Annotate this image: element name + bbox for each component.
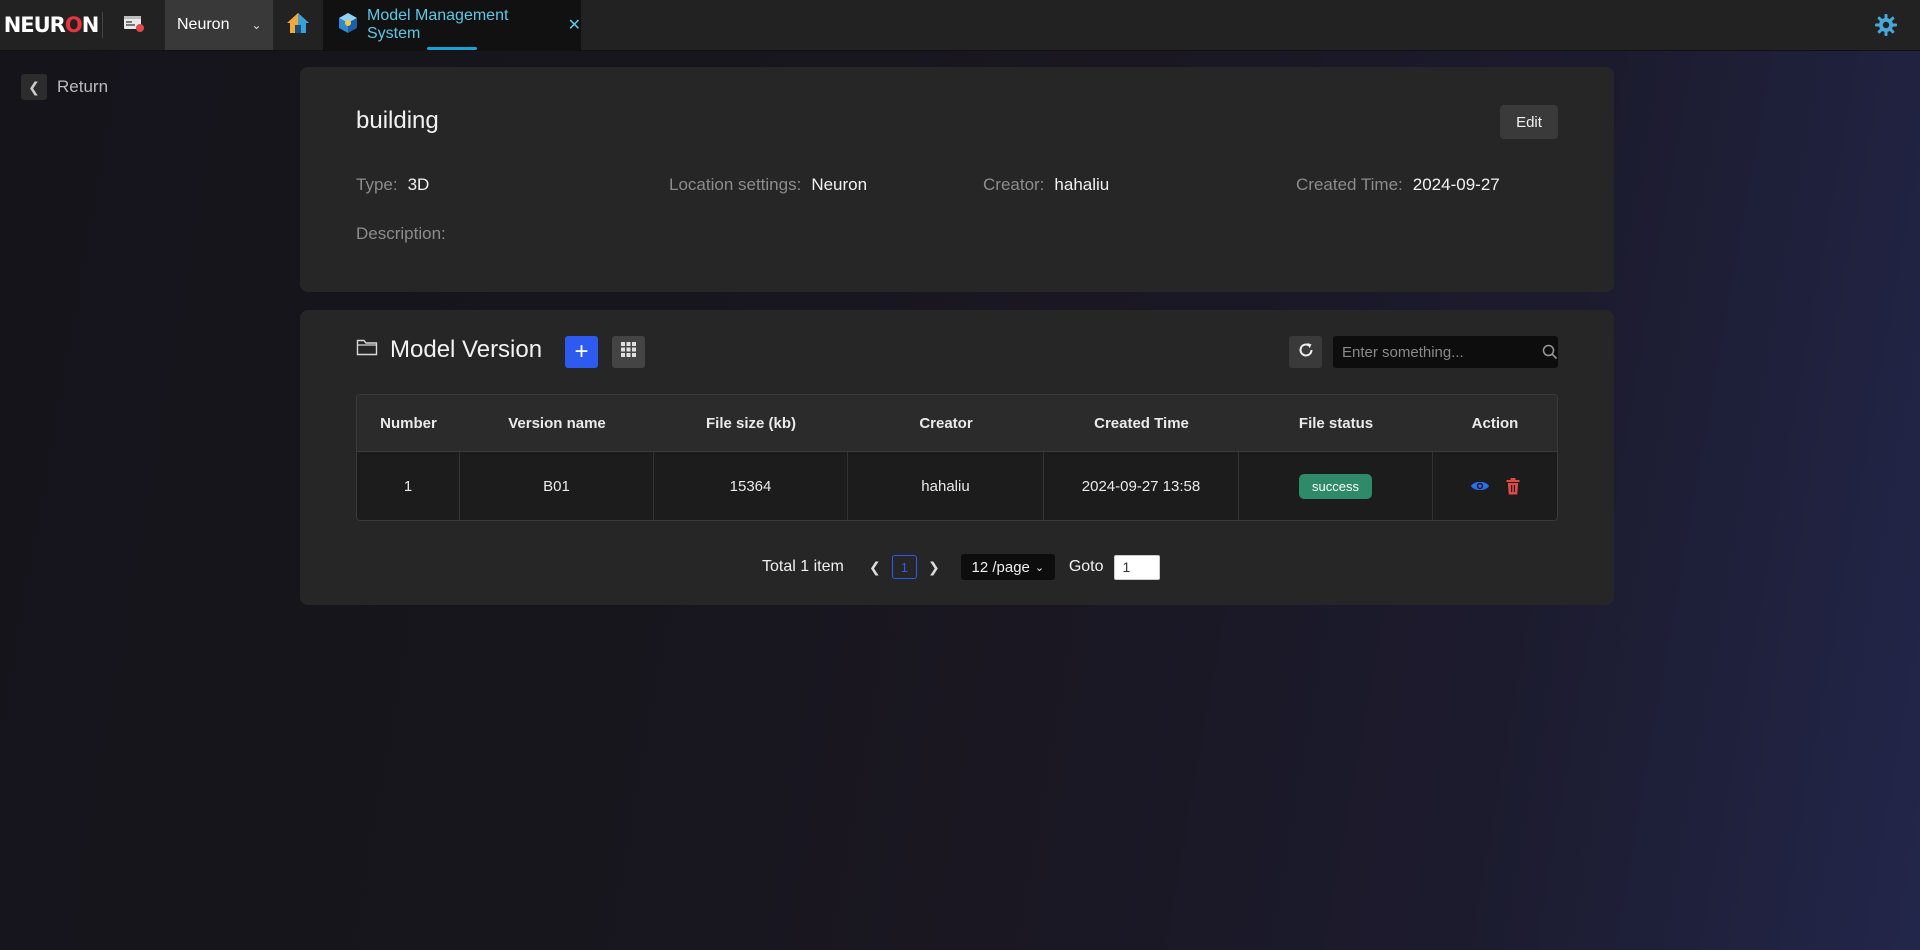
grid-view-button[interactable]: [612, 336, 645, 368]
app-launcher-button[interactable]: [103, 0, 165, 50]
plus-icon: +: [574, 338, 589, 365]
versions-table: Number Version name File size (kb) Creat…: [356, 394, 1558, 521]
settings-button[interactable]: [1874, 13, 1898, 42]
app-window-icon: [123, 14, 145, 37]
search-icon[interactable]: [1541, 344, 1558, 360]
add-version-button[interactable]: +: [565, 336, 598, 368]
location-field: Location settings: Neuron: [669, 175, 868, 194]
page-size-select[interactable]: 12 /page ⌄: [960, 554, 1055, 580]
chevron-down-icon: ⌄: [1034, 561, 1045, 574]
edit-button[interactable]: Edit: [1500, 105, 1558, 139]
cube-icon: [337, 12, 359, 39]
prev-page-icon[interactable]: ❮: [862, 559, 888, 576]
cell-actions: [1433, 452, 1557, 520]
goto-label: Goto: [1068, 558, 1104, 575]
column-header: File status: [1298, 414, 1374, 432]
table-row: 1 B01 15364 hahaliu 2024-09-27 13:58 suc…: [357, 452, 1557, 520]
column-header: Creator: [919, 414, 973, 432]
delete-icon[interactable]: [1506, 477, 1520, 495]
next-page-icon[interactable]: ❯: [921, 559, 947, 576]
description-label: Description:: [356, 224, 446, 243]
column-header: Created Time: [1094, 414, 1189, 432]
neuron-logo[interactable]: NEUR O N: [0, 0, 102, 50]
creator-field: Creator: hahaliu: [983, 175, 1110, 194]
cell-number: 1: [357, 452, 460, 520]
top-bar: NEUR O N Neuron ⌄ Model Management Syste…: [0, 0, 1920, 51]
total-items: Total 1 item: [762, 558, 844, 575]
refresh-icon: [1297, 341, 1315, 364]
grid-icon: [621, 342, 636, 362]
model-version-panel: Model Version + Enter something... Numbe…: [300, 310, 1614, 605]
cell-file-size: 15364: [654, 452, 848, 520]
search-input[interactable]: [1333, 336, 1541, 368]
created-time-field: Created Time: 2024-09-27: [1296, 175, 1500, 194]
model-info-panel: building Edit Type: 3D Location settings:…: [300, 67, 1614, 292]
type-field: Type: 3D: [356, 175, 430, 194]
section-title: Model Version: [356, 336, 542, 364]
page-number[interactable]: 1: [891, 555, 917, 579]
table-header-row: Number Version name File size (kb) Creat…: [357, 395, 1557, 452]
cell-version-name: B01: [460, 452, 654, 520]
return-button[interactable]: ❮ Return: [21, 74, 108, 100]
tab-neuron[interactable]: Neuron ⌄: [165, 0, 273, 50]
cell-creator: hahaliu: [848, 452, 1044, 520]
chevron-down-icon[interactable]: ⌄: [251, 18, 261, 32]
gear-icon: [1874, 14, 1898, 41]
home-button[interactable]: [273, 0, 323, 50]
goto-page-input[interactable]: [1113, 554, 1160, 580]
column-header: File size (kb): [705, 414, 797, 432]
folder-icon: [356, 336, 378, 364]
cell-created-time: 2024-09-27 13:58: [1044, 452, 1239, 520]
home-icon: [285, 11, 311, 40]
pagination: Total 1 item ❮ 1 ❯ 12 /page ⌄ Goto: [762, 554, 1160, 580]
model-name: building: [356, 107, 439, 134]
view-icon[interactable]: [1470, 479, 1490, 493]
chevron-left-icon: ❮: [21, 74, 47, 100]
cell-file-status: success: [1239, 452, 1433, 520]
column-header: Number: [380, 414, 437, 432]
close-tab-icon[interactable]: ✕: [568, 15, 581, 35]
column-header: Action: [1471, 414, 1519, 432]
refresh-button[interactable]: [1289, 336, 1322, 368]
status-badge: success: [1299, 473, 1372, 499]
active-tab-indicator: [427, 47, 477, 50]
search-box: [1333, 336, 1558, 368]
tab-model-management-system[interactable]: Model Management System ✕: [323, 0, 581, 50]
column-header: Version name: [508, 414, 606, 432]
